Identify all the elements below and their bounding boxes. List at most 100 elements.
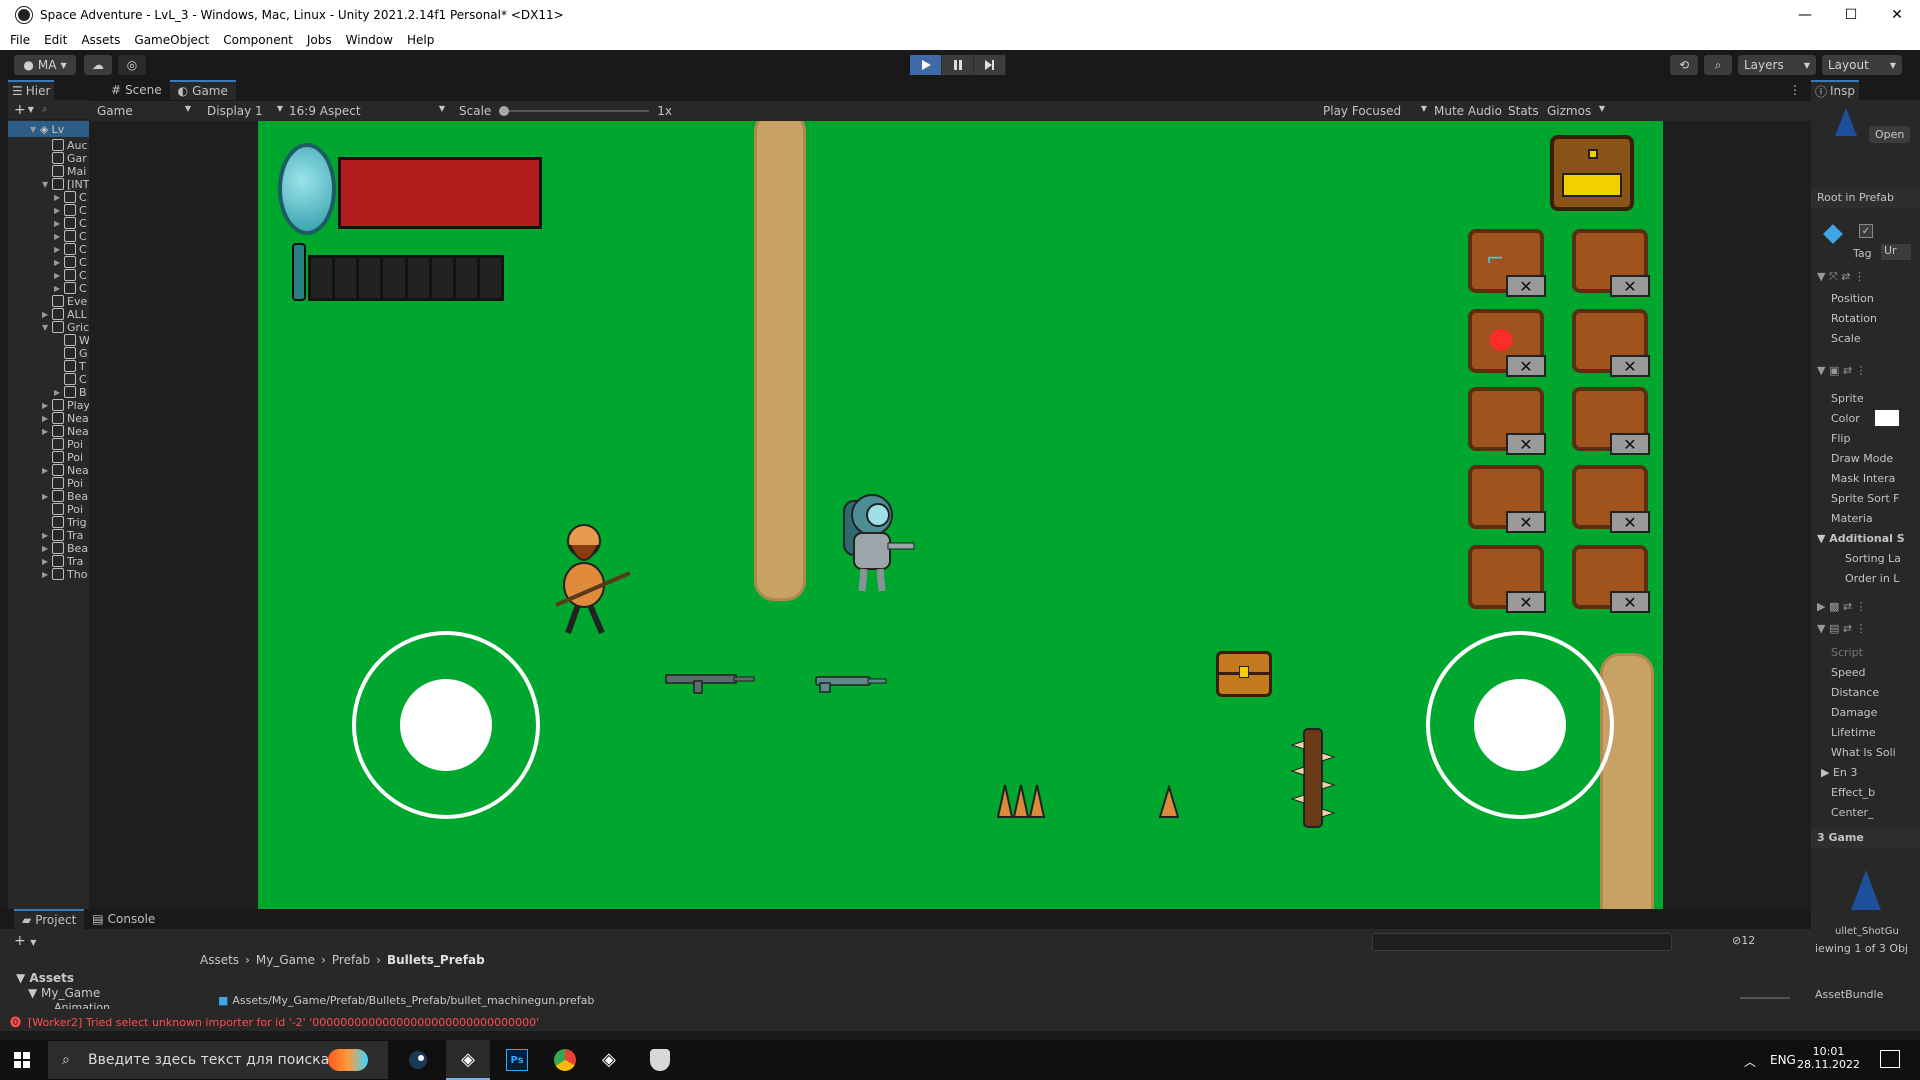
- active-checkbox[interactable]: ✓: [1859, 224, 1873, 238]
- inventory-slot-3[interactable]: ✕: [1468, 309, 1546, 377]
- shield-app-icon[interactable]: [650, 1049, 670, 1071]
- remove-slot-5-button[interactable]: ✕: [1506, 433, 1546, 455]
- transform-header[interactable]: ▼ ⤧ ⇄ ⋮: [1817, 270, 1865, 284]
- additional-settings-foldout[interactable]: ▼ Additional S: [1817, 532, 1905, 545]
- notifications-icon[interactable]: [1880, 1050, 1900, 1068]
- tray-chevron-up-icon[interactable]: ︿: [1744, 1053, 1756, 1070]
- expand-arrow-icon[interactable]: ▼: [42, 180, 52, 189]
- mute-audio-toggle[interactable]: Mute Audio: [1434, 104, 1502, 118]
- breadcrumb-mygame[interactable]: My_Game: [256, 953, 315, 967]
- add-asset-button[interactable]: + ▼: [14, 933, 36, 949]
- inventory-slot-9[interactable]: ✕: [1468, 545, 1546, 613]
- game-canvas[interactable]: ⌐ ✕ ✕ ✕ ✕ ✕ ✕ ✕ ✕ ✕ ✕: [258, 121, 1663, 909]
- project-search-input[interactable]: [1372, 933, 1672, 951]
- inventory-slot-5[interactable]: ✕: [1468, 387, 1546, 455]
- step-button[interactable]: [974, 55, 1006, 75]
- expand-arrow-icon[interactable]: ▶: [54, 206, 64, 215]
- hierarchy-root-scene[interactable]: ▼ ◈ Lv: [30, 121, 64, 137]
- tab-game[interactable]: ◐ Game: [169, 80, 236, 100]
- inventory-slot-2[interactable]: ✕: [1572, 229, 1650, 297]
- inventory-slot-6[interactable]: ✕: [1572, 387, 1650, 455]
- search-icon[interactable]: ⌕: [1704, 55, 1732, 75]
- expand-arrow-icon[interactable]: ▶: [54, 271, 64, 280]
- windows-start-icon[interactable]: [14, 1052, 30, 1068]
- remove-slot-10-button[interactable]: ✕: [1610, 591, 1650, 613]
- inventory-slot-1[interactable]: ⌐ ✕: [1468, 229, 1546, 297]
- hierarchy-item[interactable]: ▶ Tho: [42, 566, 87, 582]
- history-icon[interactable]: ⟲: [1670, 55, 1698, 75]
- unity-hub-icon[interactable]: ◈: [602, 1049, 616, 1070]
- expand-arrow-icon[interactable]: ▶: [42, 401, 52, 410]
- unity-taskbar-icon[interactable]: ◈: [446, 1040, 490, 1080]
- clock[interactable]: 10:01 28.11.2022: [1797, 1045, 1860, 1071]
- expand-arrow-icon[interactable]: ▶: [54, 388, 64, 397]
- aspect-dropdown[interactable]: 16:9 Aspect ▼: [289, 104, 445, 118]
- layout-dropdown[interactable]: Layout ▼: [1822, 55, 1902, 75]
- tag-dropdown[interactable]: Ur: [1881, 244, 1911, 260]
- console-status-bar[interactable]: ⓿ [Worker2] Tried select unknown importe…: [0, 1013, 1811, 1031]
- inventory-slot-10[interactable]: ✕: [1572, 545, 1650, 613]
- tree-animation[interactable]: Animation: [54, 1001, 110, 1009]
- inventory-slot-8[interactable]: ✕: [1572, 465, 1650, 533]
- collider-header[interactable]: ▶ ▩ ⇄ ⋮: [1817, 600, 1867, 613]
- minimize-button[interactable]: —: [1782, 0, 1828, 30]
- breadcrumb-assets[interactable]: Assets: [200, 953, 239, 967]
- expand-arrow-icon[interactable]: ▼: [42, 323, 52, 332]
- collab-icon[interactable]: ◎: [118, 55, 146, 75]
- scale-slider[interactable]: [499, 106, 650, 116]
- chevron-down-icon[interactable]: ▼: [28, 105, 34, 114]
- remove-slot-4-button[interactable]: ✕: [1610, 355, 1650, 377]
- color-swatch[interactable]: [1875, 410, 1899, 426]
- expand-arrow-icon[interactable]: ▶: [42, 414, 52, 423]
- expand-arrow-icon[interactable]: ▶: [42, 427, 52, 436]
- expand-arrow-icon[interactable]: ▶: [42, 557, 52, 566]
- expand-arrow-icon[interactable]: ▼: [30, 125, 40, 134]
- more-options-icon[interactable]: ⋮: [1789, 83, 1801, 97]
- scale-slider-handle[interactable]: [499, 106, 510, 116]
- expand-arrow-icon[interactable]: ▶: [42, 492, 52, 501]
- account-dropdown[interactable]: ● MA ▼: [14, 55, 76, 75]
- chrome-icon[interactable]: [554, 1049, 576, 1071]
- taskbar-search-box[interactable]: ⌕ Введите здесь текст для поиска: [48, 1041, 388, 1079]
- game-mode-dropdown[interactable]: Game ▼: [97, 104, 197, 118]
- maximize-button[interactable]: ☐: [1828, 0, 1874, 30]
- remove-slot-6-button[interactable]: ✕: [1610, 433, 1650, 455]
- inventory-slot-7[interactable]: ✕: [1468, 465, 1546, 533]
- search-icon[interactable]: ⌕: [42, 104, 48, 115]
- expand-arrow-icon[interactable]: ▶: [54, 258, 64, 267]
- remove-slot-2-button[interactable]: ✕: [1610, 275, 1650, 297]
- display-dropdown[interactable]: Display 1 ▼: [207, 104, 283, 118]
- tab-console[interactable]: ▤ Console: [84, 909, 163, 929]
- gizmos-dropdown[interactable]: Gizmos ▼: [1547, 104, 1605, 118]
- add-icon[interactable]: +: [14, 102, 26, 118]
- cloud-icon[interactable]: ☁: [84, 55, 112, 75]
- steam-icon[interactable]: [406, 1050, 430, 1070]
- remove-slot-3-button[interactable]: ✕: [1506, 355, 1546, 377]
- script-header[interactable]: ▼ ▤ ⇄ ⋮: [1817, 622, 1867, 635]
- remove-slot-8-button[interactable]: ✕: [1610, 511, 1650, 533]
- expand-arrow-icon[interactable]: ▶: [42, 570, 52, 579]
- expand-arrow-icon[interactable]: ▶: [42, 531, 52, 540]
- expand-arrow-icon[interactable]: ▶: [42, 310, 52, 319]
- breadcrumb-prefab[interactable]: Prefab: [332, 953, 370, 967]
- layers-dropdown[interactable]: Layers ▼: [1738, 55, 1816, 75]
- movement-joystick-knob[interactable]: [400, 679, 492, 771]
- menu-assets[interactable]: Assets: [81, 33, 120, 47]
- remove-slot-7-button[interactable]: ✕: [1506, 511, 1546, 533]
- inventory-slot-4[interactable]: ✕: [1572, 309, 1650, 377]
- tab-scene[interactable]: # Scene: [103, 80, 170, 100]
- expand-arrow-icon[interactable]: ▶: [42, 544, 52, 553]
- open-prefab-button[interactable]: Open: [1869, 126, 1911, 143]
- stats-toggle[interactable]: Stats: [1508, 104, 1539, 118]
- expand-arrow-icon[interactable]: ▶: [54, 245, 64, 254]
- photoshop-icon[interactable]: Ps: [506, 1049, 528, 1071]
- tab-inspector[interactable]: ⓘ Insp: [1811, 80, 1860, 100]
- language-indicator[interactable]: ENG: [1770, 1053, 1796, 1067]
- tab-hierarchy[interactable]: ☰ Hier: [8, 80, 55, 100]
- menu-gameobject[interactable]: GameObject: [134, 33, 209, 47]
- play-focused-dropdown[interactable]: Play Focused ▼: [1323, 104, 1427, 118]
- tree-assets[interactable]: ▼ Assets: [16, 971, 74, 985]
- expand-arrow-icon[interactable]: ▶: [54, 232, 64, 241]
- expand-arrow-icon[interactable]: ▶: [54, 193, 64, 202]
- aim-joystick-knob[interactable]: [1474, 679, 1566, 771]
